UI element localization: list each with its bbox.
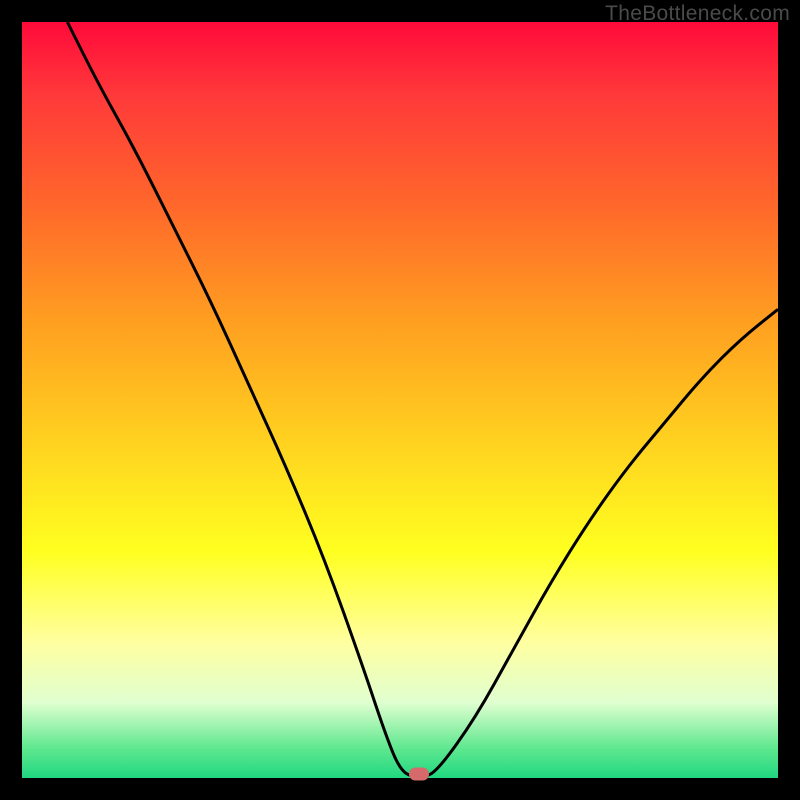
curve-svg [22,22,778,778]
watermark-text: TheBottleneck.com [605,2,790,26]
chart-frame: TheBottleneck.com [0,0,800,800]
plot-area [22,22,778,778]
bottleneck-curve [67,22,778,778]
optimal-marker [409,768,429,781]
